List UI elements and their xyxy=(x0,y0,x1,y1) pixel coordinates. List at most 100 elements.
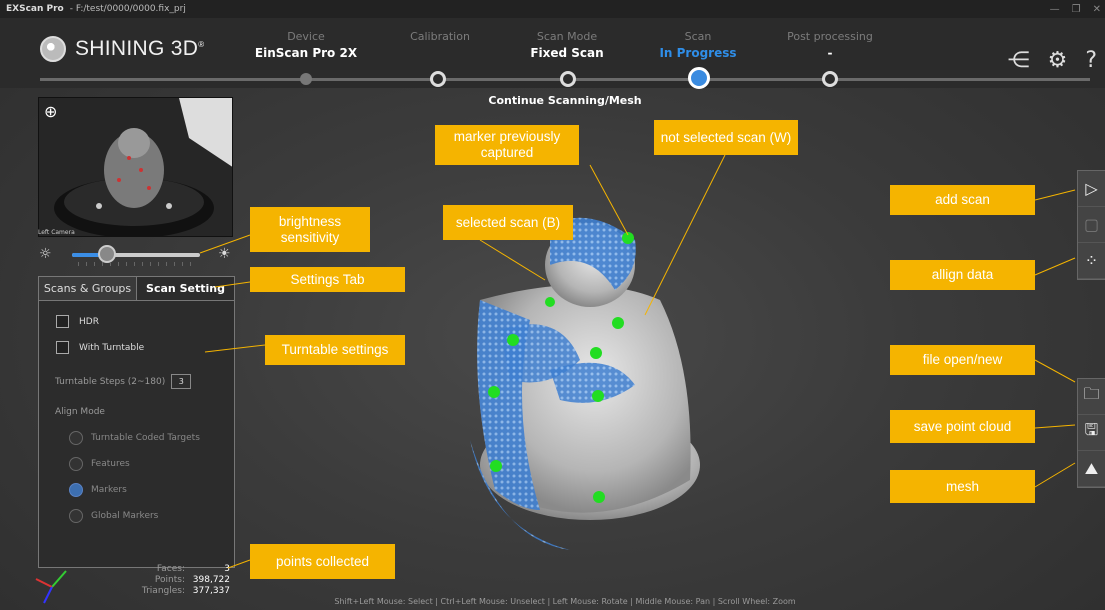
annotation-selected-scan: selected scan (B) xyxy=(443,205,573,240)
help-icon[interactable]: ? xyxy=(1085,48,1097,73)
annotation-not-selected-scan: not selected scan (W) xyxy=(654,120,798,155)
radio-button[interactable] xyxy=(69,431,83,445)
scan-stats: Faces: 3 Points: 398,722 Triangles: 377,337 xyxy=(110,564,230,597)
radio-button[interactable] xyxy=(69,457,83,471)
align-option-label: Turntable Coded Targets xyxy=(91,433,200,443)
radio-button[interactable] xyxy=(69,509,83,523)
hdr-label: HDR xyxy=(79,316,99,327)
project-path: - F:/test/0000/0000.fix_prj xyxy=(69,4,186,14)
app-name: EXScan Pro xyxy=(6,4,64,14)
slider-handle[interactable] xyxy=(98,245,116,263)
tab-scan-setting[interactable]: Scan Setting xyxy=(136,277,234,300)
save-icon[interactable]: 🖫 xyxy=(1078,415,1105,451)
brightness-low-icon: ☼ xyxy=(39,246,52,262)
hdr-checkbox[interactable] xyxy=(56,315,69,328)
close-icon[interactable]: ✕ xyxy=(1093,4,1101,15)
align-option-label: Features xyxy=(91,459,130,469)
turntable-option[interactable]: With Turntable xyxy=(56,341,144,354)
progress-node xyxy=(430,71,446,87)
window-controls: — ❐ ✕ xyxy=(1050,0,1101,18)
step-value: - xyxy=(827,46,833,60)
step-label: Post processing xyxy=(787,30,873,43)
marker-dot xyxy=(507,334,519,346)
progress-node-active xyxy=(688,67,710,89)
marker-dot xyxy=(490,460,502,472)
align-mode-label: Align Mode xyxy=(55,407,105,417)
brightness-high-icon: ☀ xyxy=(218,246,231,262)
folder-icon[interactable]: 🗀 xyxy=(1078,379,1105,415)
align-option[interactable]: Turntable Coded Targets xyxy=(69,431,200,445)
stop-icon[interactable]: ▢ xyxy=(1078,207,1105,243)
stat-label: Points: xyxy=(154,575,185,585)
stat-row: Triangles: 377,337 xyxy=(110,586,230,597)
step-calibration[interactable]: Calibration xyxy=(380,30,500,46)
marker-dot xyxy=(590,347,602,359)
step-scan[interactable]: Scan In Progress xyxy=(638,30,758,60)
annotation-brightness-sensitivity: brightness sensitivity xyxy=(250,207,370,252)
annotation-points-collected: points collected xyxy=(250,544,395,579)
brightness-slider[interactable]: ☼ ☀ xyxy=(38,242,238,268)
annotation-add-scan: add scan xyxy=(890,185,1035,215)
align-icon[interactable]: ⁘ xyxy=(1078,243,1105,279)
logo: SHINING 3D® xyxy=(40,36,204,62)
marker-dot xyxy=(592,390,604,402)
stat-value: 398,722 xyxy=(192,575,230,585)
step-value: EinScan Pro 2X xyxy=(254,46,358,60)
align-option-label: Markers xyxy=(91,485,127,495)
marker-dot xyxy=(593,491,605,503)
step-post-processing[interactable]: Post processing - xyxy=(770,30,890,60)
turntable-steps: Turntable Steps (2~180) 3 xyxy=(55,374,192,389)
slider-track[interactable] xyxy=(72,253,200,257)
annotation-align-data: allign data xyxy=(890,260,1035,290)
slider-ticks xyxy=(78,262,196,266)
minimize-icon[interactable]: — xyxy=(1050,4,1060,15)
annotation-save-point-cloud: save point cloud xyxy=(890,410,1035,443)
header-icons: ⋲ ⚙ ? xyxy=(1008,48,1097,73)
status-bar: Shift+Left Mouse: Select | Ctrl+Left Mou… xyxy=(334,597,796,606)
progress-node xyxy=(822,71,838,87)
stat-row: Points: 398,722 xyxy=(110,575,230,586)
align-option-label: Global Markers xyxy=(91,511,159,521)
step-scan-mode[interactable]: Scan Mode Fixed Scan xyxy=(507,30,627,60)
stat-label: Triangles: xyxy=(141,586,185,596)
logo-text: SHINING 3D® xyxy=(75,37,205,60)
maximize-icon[interactable]: ❐ xyxy=(1072,4,1081,15)
play-icon[interactable]: ▷ xyxy=(1078,171,1105,207)
scan-toolbar: ▷ ▢ ⁘ xyxy=(1077,170,1105,280)
step-label: Scan Mode xyxy=(536,30,598,43)
share-icon[interactable]: ⋲ xyxy=(1008,48,1030,73)
step-label: Calibration xyxy=(410,30,470,43)
annotation-marker-previously-captured: marker previously captured xyxy=(435,125,579,165)
tab-scans-groups[interactable]: Scans & Groups xyxy=(39,277,136,300)
align-option[interactable]: Markers xyxy=(69,483,127,497)
turntable-label: With Turntable xyxy=(79,342,145,353)
mesh-icon[interactable]: ⛰ xyxy=(1078,451,1105,487)
camera-image xyxy=(39,98,232,236)
header: SHINING 3D® Device EinScan Pro 2X Calibr… xyxy=(0,18,1105,89)
camera-preview: ⊕ xyxy=(38,97,233,237)
turntable-steps-input[interactable]: 3 xyxy=(171,374,192,389)
step-value: Fixed Scan xyxy=(530,46,604,60)
align-option[interactable]: Global Markers xyxy=(69,509,158,523)
radio-button-selected[interactable] xyxy=(69,483,83,497)
progress-node xyxy=(300,73,312,85)
file-toolbar: 🗀 🖫 ⛰ xyxy=(1077,378,1105,488)
logo-icon xyxy=(40,36,66,62)
gear-icon[interactable]: ⚙ xyxy=(1048,48,1068,73)
stat-label: Faces: xyxy=(156,564,185,574)
hdr-option[interactable]: HDR xyxy=(56,315,99,328)
align-option[interactable]: Features xyxy=(69,457,130,471)
step-value: In Progress xyxy=(659,46,737,60)
annotation-file-open: file open/new xyxy=(890,345,1035,375)
annotation-mesh: mesh xyxy=(890,470,1035,503)
stat-value: 3 xyxy=(224,564,230,574)
scan-model-viewport[interactable] xyxy=(440,210,700,600)
annotation-turntable-settings: Turntable settings xyxy=(265,335,405,365)
turntable-checkbox[interactable] xyxy=(56,341,69,354)
turntable-steps-label: Turntable Steps (2~180) xyxy=(55,376,166,387)
step-device[interactable]: Device EinScan Pro 2X xyxy=(246,30,366,60)
step-label: Device xyxy=(287,30,325,43)
progress-node xyxy=(560,71,576,87)
zoom-in-icon[interactable]: ⊕ xyxy=(44,102,57,121)
step-label: Scan xyxy=(684,30,712,43)
